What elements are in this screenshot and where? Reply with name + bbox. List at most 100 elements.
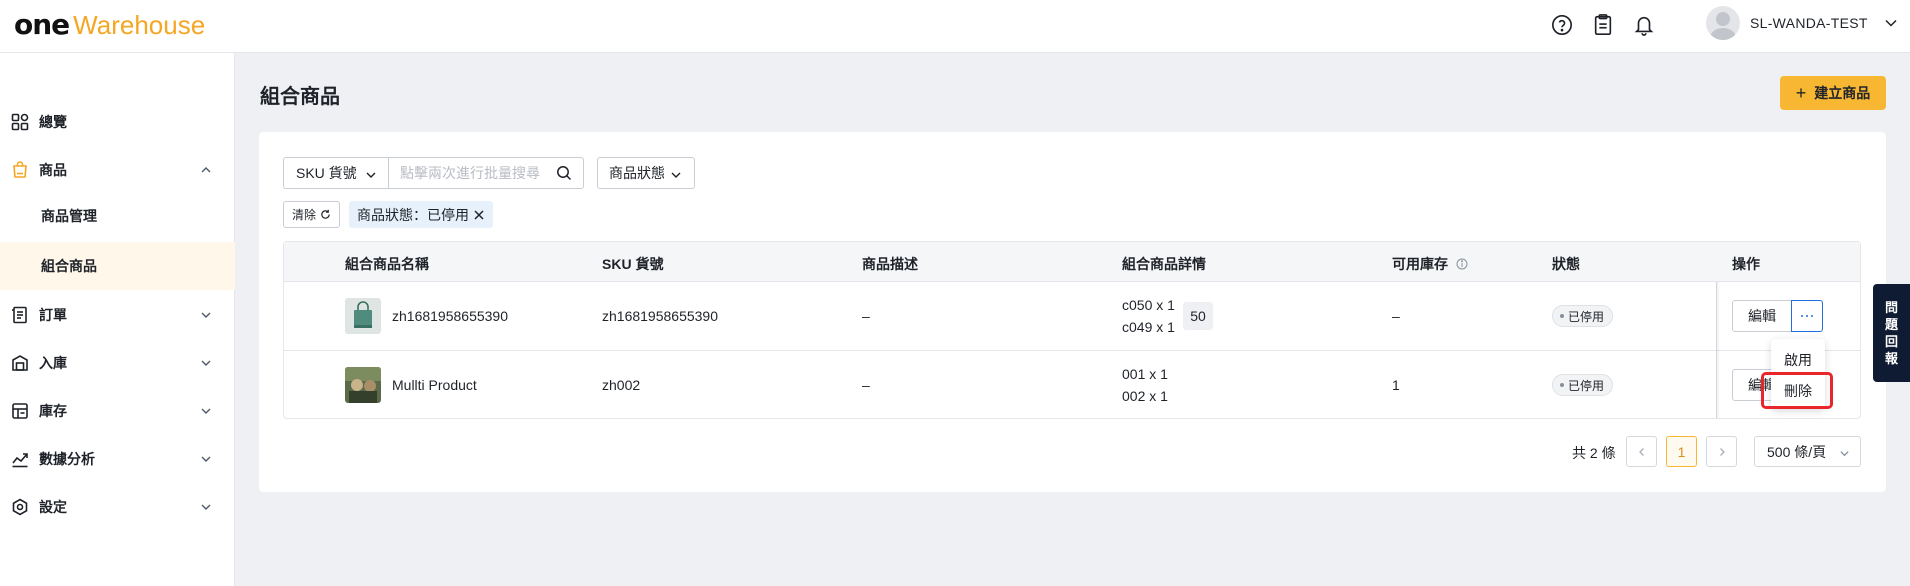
inventory-icon: [12, 403, 28, 419]
clear-filters-label: 清除: [292, 208, 317, 222]
sku-field-select-label: SKU 貨號: [296, 165, 357, 181]
search-input[interactable]: [388, 157, 584, 189]
column-header-actions: 操作: [1732, 256, 1760, 272]
sidebar-item-label: 入庫: [39, 355, 67, 371]
sidebar-item-label: 庫存: [39, 403, 67, 419]
chevron-up-icon: [201, 167, 211, 173]
available-stock: 1: [1392, 377, 1400, 393]
status-badge-label: 已停用: [1568, 378, 1605, 393]
sidebar-item-overview[interactable]: 總覽: [0, 100, 235, 144]
detail-line: 001 x 1: [1122, 366, 1168, 382]
sidebar-item-bundle-products[interactable]: 組合商品: [0, 242, 235, 290]
pagination-total: 共 2 條: [1572, 445, 1616, 461]
sidebar-item-product-management[interactable]: 商品管理: [0, 192, 235, 240]
feedback-tab[interactable]: 問 題 回 報: [1873, 284, 1910, 382]
dashboard-icon: [11, 113, 29, 131]
column-header-sku: SKU 貨號: [602, 256, 664, 272]
chevron-down-icon: [201, 360, 211, 366]
sku-field-select[interactable]: SKU 貨號: [283, 157, 389, 189]
page-title: 組合商品: [260, 86, 340, 108]
more-actions-button[interactable]: [1791, 300, 1823, 332]
product-description: –: [862, 308, 870, 324]
product-sku: zh1681958655390: [602, 308, 719, 324]
chevron-down-icon: [201, 312, 211, 318]
more-horizontal-icon: [1801, 315, 1813, 317]
chevron-down-icon: [366, 172, 376, 178]
available-stock: –: [1392, 308, 1400, 324]
prev-page-button[interactable]: [1626, 436, 1657, 467]
bundle-products-table: 組合商品名稱 SKU 貨號 商品描述 組合商品詳情 可用庫存 狀態 操作 zh1…: [283, 241, 1861, 419]
top-bar: one Warehouse SL-WANDA-TEST: [0, 0, 1910, 53]
table-header: 組合商品名稱 SKU 貨號 商品描述 組合商品詳情 可用庫存 狀態 操作: [284, 242, 1860, 282]
info-icon[interactable]: [1456, 258, 1468, 270]
logo-suffix: Warehouse: [73, 10, 206, 40]
product-status-select[interactable]: 商品狀態: [597, 157, 695, 189]
sidebar-item-settings[interactable]: 設定: [0, 485, 235, 529]
sidebar: 總覽 商品 商品管理 組合商品 訂單 入庫 庫存 數據分析 設定: [0, 53, 235, 586]
column-header-details: 組合商品詳情: [1122, 256, 1206, 272]
product-name[interactable]: zh1681958655390: [392, 308, 508, 324]
page-size-select[interactable]: 500 條/頁: [1754, 436, 1861, 467]
detail-line: c050 x 1: [1122, 297, 1175, 313]
sidebar-item-orders[interactable]: 訂單: [0, 293, 235, 337]
page-number-button[interactable]: 1: [1666, 436, 1697, 467]
order-icon: [12, 306, 27, 324]
logo-prefix: one: [14, 8, 70, 41]
status-dot: [1560, 314, 1564, 318]
chevron-left-icon: [1638, 447, 1644, 456]
clipboard-icon[interactable]: [1588, 10, 1618, 40]
status-badge: 已停用: [1552, 305, 1614, 327]
search-icon[interactable]: [556, 165, 572, 186]
sidebar-item-products[interactable]: 商品: [0, 148, 235, 192]
column-header-description: 商品描述: [862, 256, 918, 272]
product-description: –: [862, 377, 870, 393]
feedback-char: 回: [1884, 334, 1898, 349]
avatar[interactable]: [1706, 6, 1740, 40]
status-badge-label: 已停用: [1568, 309, 1605, 324]
chevron-down-icon: [671, 172, 681, 178]
product-name[interactable]: Mullti Product: [392, 377, 477, 393]
feedback-char: 報: [1884, 351, 1898, 366]
more-actions-menu: 啟用 刪除: [1771, 339, 1825, 409]
table-row: Mullti Product zh002 – 001 x 1 002 x 1 1…: [284, 351, 1860, 418]
column-header-stock: 可用庫存: [1392, 254, 1468, 274]
active-filter-label: 商品狀態：已停用: [357, 206, 469, 223]
bell-icon[interactable]: [1629, 10, 1659, 40]
product-thumbnail: [345, 298, 381, 334]
next-page-button[interactable]: [1706, 436, 1737, 467]
create-product-button[interactable]: + 建立商品: [1780, 76, 1886, 110]
app-logo[interactable]: one Warehouse: [14, 8, 205, 44]
edit-button[interactable]: 編輯: [1732, 300, 1792, 332]
username[interactable]: SL-WANDA-TEST: [1750, 15, 1868, 31]
inbound-icon: [12, 355, 28, 371]
product-thumbnail: [345, 367, 381, 403]
create-product-label: 建立商品: [1814, 85, 1871, 101]
refresh-icon: [321, 209, 330, 219]
feedback-char: 題: [1884, 317, 1898, 332]
sidebar-item-label: 商品管理: [41, 208, 97, 224]
product-bag-icon: [13, 161, 27, 178]
sidebar-item-analytics[interactable]: 數據分析: [0, 437, 235, 481]
sidebar-item-label: 數據分析: [39, 451, 95, 467]
chevron-down-icon: [201, 504, 211, 510]
sidebar-item-inbound[interactable]: 入庫: [0, 341, 235, 385]
chevron-right-icon: [1719, 447, 1725, 456]
table-row: zh1681958655390 zh1681958655390 – c050 x…: [284, 282, 1860, 351]
column-header-status: 狀態: [1552, 256, 1580, 272]
active-filter-tag: 商品狀態：已停用: [349, 201, 493, 228]
menu-item-delete[interactable]: 刪除: [1771, 376, 1825, 406]
clear-filters-button[interactable]: 清除: [283, 201, 340, 228]
settings-icon: [12, 498, 28, 516]
chevron-down-icon: [1840, 451, 1849, 457]
detail-line: c049 x 1: [1122, 319, 1175, 335]
status-badge: 已停用: [1552, 374, 1614, 396]
help-circle-icon[interactable]: [1547, 10, 1577, 40]
close-icon[interactable]: [473, 208, 485, 224]
status-dot: [1560, 383, 1564, 387]
chevron-down-icon[interactable]: [1884, 16, 1898, 35]
sidebar-item-label: 組合商品: [41, 258, 97, 274]
sidebar-item-label: 訂單: [39, 307, 67, 323]
sidebar-item-inventory[interactable]: 庫存: [0, 389, 235, 433]
menu-item-enable[interactable]: 啟用: [1771, 345, 1825, 375]
column-header-name: 組合商品名稱: [345, 256, 429, 272]
